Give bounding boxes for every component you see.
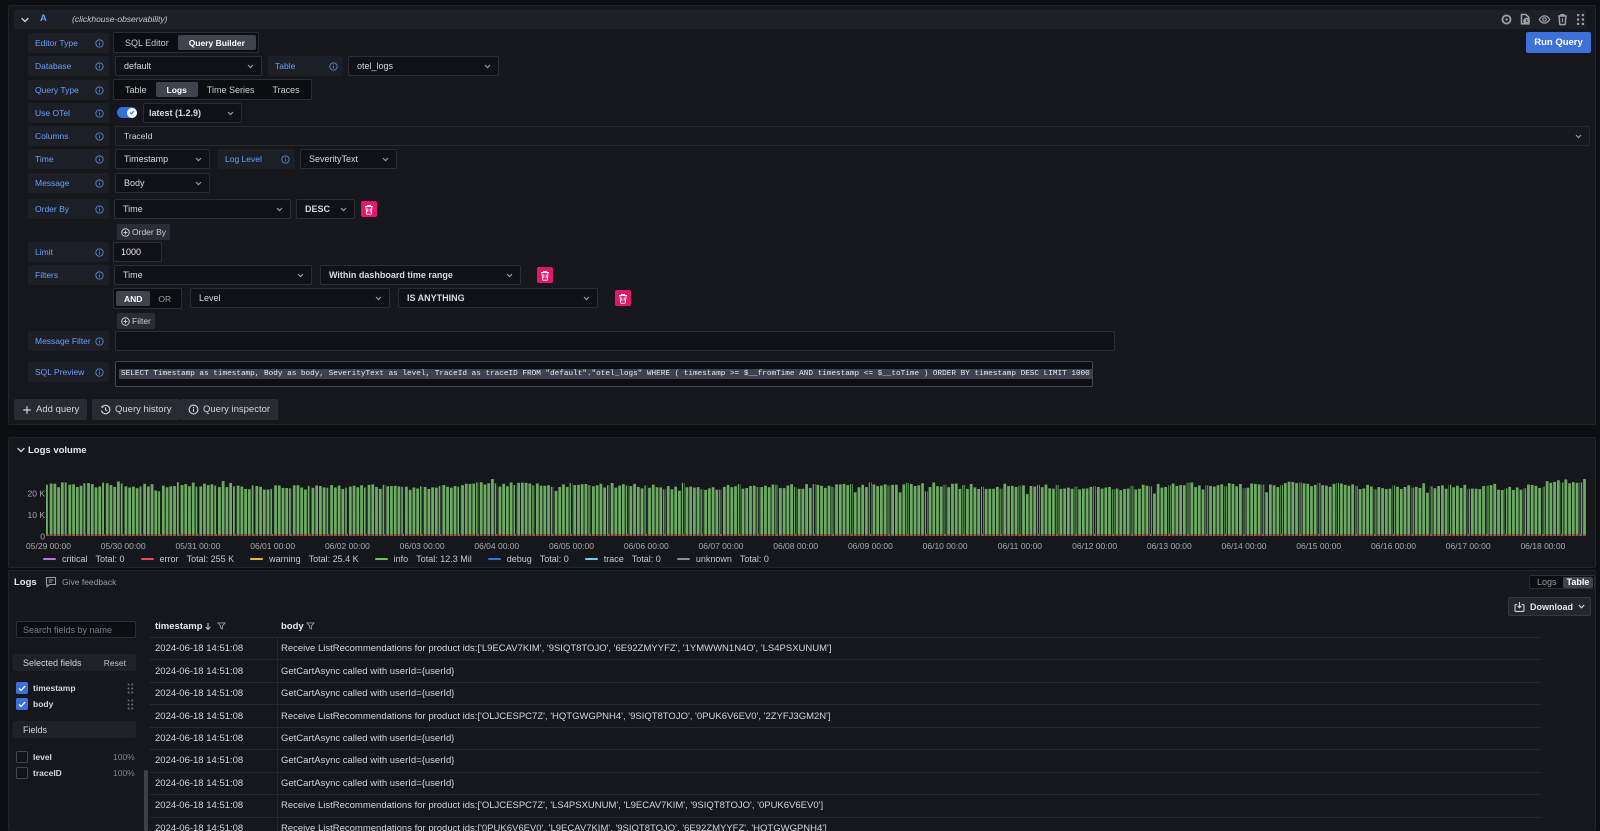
svg-text:06/17 00:00: 06/17 00:00 xyxy=(1446,541,1491,551)
svg-text:10 K: 10 K xyxy=(28,510,46,520)
svg-text:06/03 00:00: 06/03 00:00 xyxy=(400,541,445,551)
svg-text:06/08 00:00: 06/08 00:00 xyxy=(773,541,818,551)
svg-text:06/12 00:00: 06/12 00:00 xyxy=(1072,541,1117,551)
svg-text:06/18 00:00: 06/18 00:00 xyxy=(1520,541,1565,551)
svg-text:06/10 00:00: 06/10 00:00 xyxy=(923,541,968,551)
svg-text:06/11 00:00: 06/11 00:00 xyxy=(998,541,1043,551)
svg-text:06/13 00:00: 06/13 00:00 xyxy=(1147,541,1192,551)
svg-text:06/06 00:00: 06/06 00:00 xyxy=(624,541,669,551)
svg-text:06/01 00:00: 06/01 00:00 xyxy=(250,541,295,551)
svg-text:06/09 00:00: 06/09 00:00 xyxy=(848,541,893,551)
svg-text:06/02 00:00: 06/02 00:00 xyxy=(325,541,370,551)
svg-text:06/14 00:00: 06/14 00:00 xyxy=(1222,541,1267,551)
svg-text:20 K: 20 K xyxy=(28,489,46,499)
svg-text:05/30 00:00: 05/30 00:00 xyxy=(101,541,146,551)
svg-text:0: 0 xyxy=(40,532,45,542)
svg-text:05/29 00:00: 05/29 00:00 xyxy=(26,541,71,551)
svg-text:05/31 00:00: 05/31 00:00 xyxy=(175,541,220,551)
svg-text:06/07 00:00: 06/07 00:00 xyxy=(699,541,744,551)
svg-text:06/04 00:00: 06/04 00:00 xyxy=(474,541,519,551)
svg-text:06/15 00:00: 06/15 00:00 xyxy=(1296,541,1341,551)
svg-text:06/05 00:00: 06/05 00:00 xyxy=(549,541,594,551)
svg-text:06/16 00:00: 06/16 00:00 xyxy=(1371,541,1416,551)
